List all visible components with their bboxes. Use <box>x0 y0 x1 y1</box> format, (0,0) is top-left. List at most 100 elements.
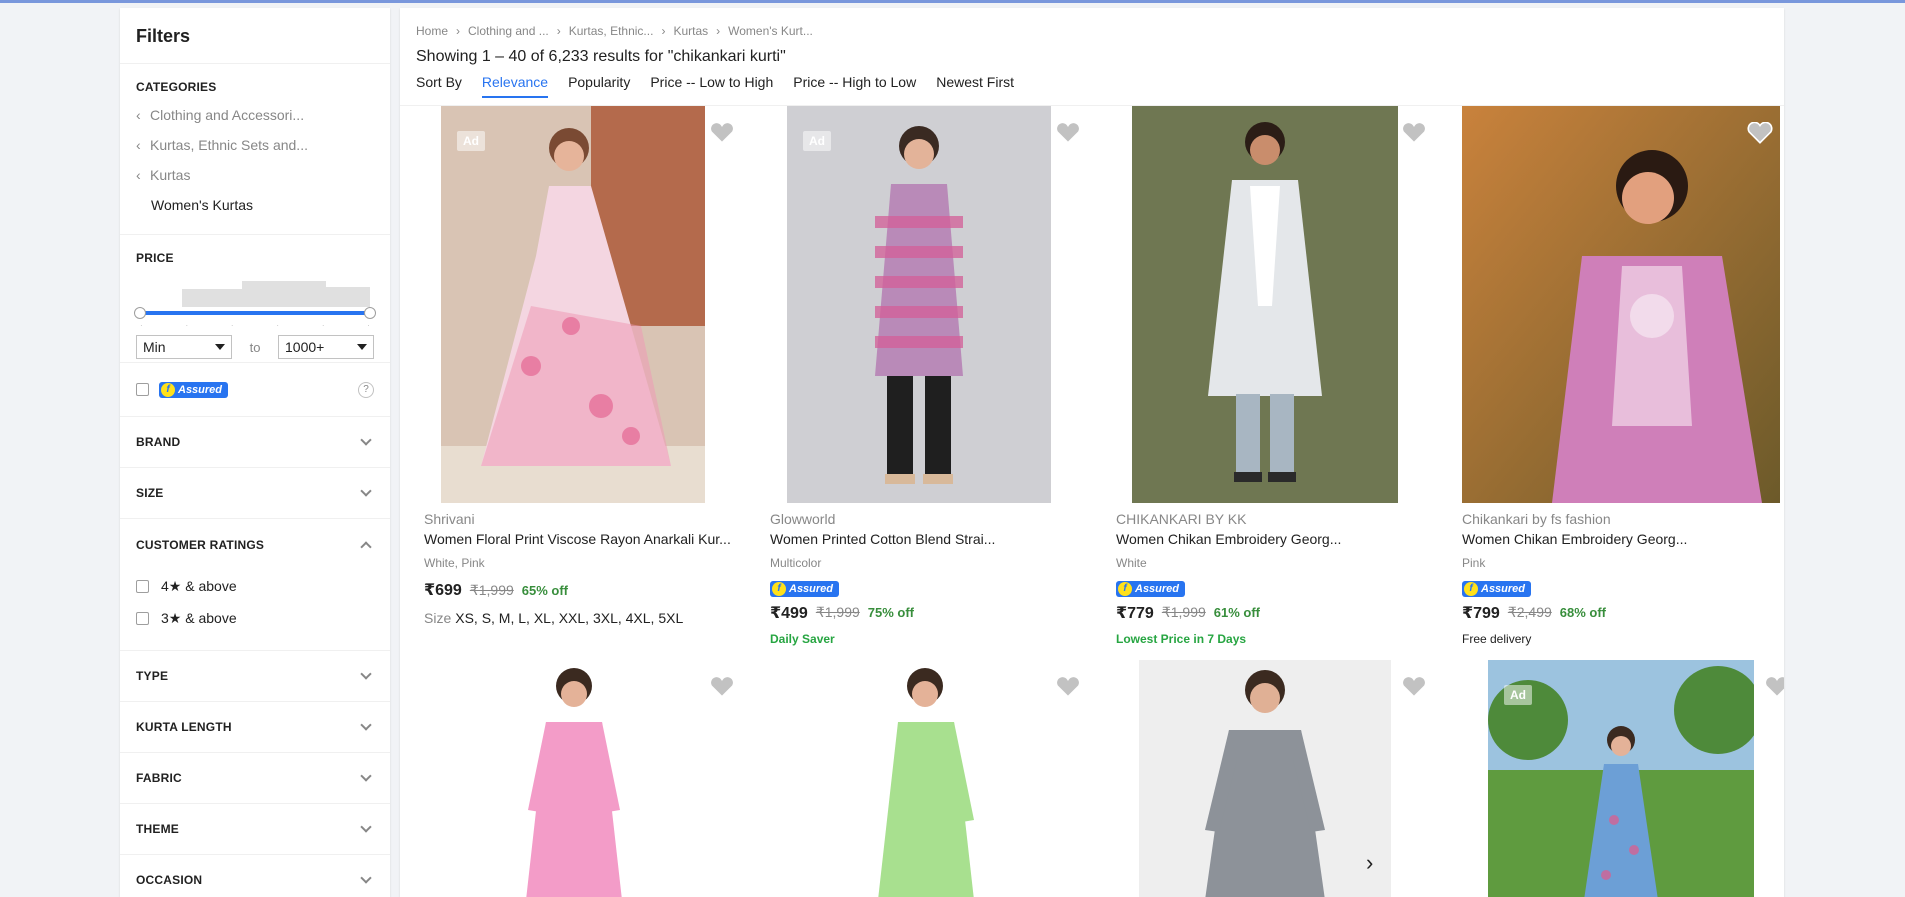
category-label: Kurtas, Ethnic Sets and... <box>150 137 308 153</box>
price-slider-max-handle[interactable] <box>364 307 376 319</box>
product-brand: Glowworld <box>770 511 836 527</box>
price-slider[interactable] <box>134 307 376 319</box>
sort-label: Sort By <box>416 74 462 90</box>
sort-price-high-low[interactable]: Price -- High to Low <box>793 74 916 98</box>
price-slider-min-handle[interactable] <box>134 307 146 319</box>
wishlist-heart-icon[interactable] <box>1055 122 1081 144</box>
rating-option-3[interactable]: 3★ & above <box>136 602 374 634</box>
assured-checkbox[interactable] <box>136 383 149 396</box>
kurta-length-filter[interactable]: KURTA LENGTH <box>120 702 390 753</box>
chevron-right-icon: › <box>716 24 721 38</box>
sort-relevance[interactable]: Relevance <box>481 74 549 98</box>
product-price: ₹499 <box>770 604 808 622</box>
chevron-down-icon <box>360 668 372 680</box>
rating-option-4[interactable]: 4★ & above <box>136 570 374 602</box>
sizes-label: Size <box>424 610 452 626</box>
chevron-down-icon <box>360 719 372 731</box>
chevron-down-icon <box>360 434 372 446</box>
category-item-kurtas-ethnic[interactable]: ‹ Kurtas, Ethnic Sets and... <box>136 130 374 160</box>
caret-down-icon <box>357 344 367 350</box>
price-max-select[interactable]: 1000+ <box>278 335 374 359</box>
flipkart-f-icon: f <box>161 382 175 397</box>
wishlist-heart-icon[interactable] <box>709 122 735 144</box>
occasion-filter[interactable]: OCCASION <box>120 855 390 897</box>
product-tag: Lowest Price in 7 Days <box>1116 631 1247 646</box>
product-image[interactable] <box>1462 106 1780 503</box>
product-sizes: Size XS, S, M, L, XL, XXL, 3XL, 4XL, 5XL <box>424 610 770 626</box>
product-image[interactable] <box>1132 106 1398 503</box>
price-min-select[interactable]: Min <box>136 335 232 359</box>
breadcrumb-kurtas-ethnic[interactable]: Kurtas, Ethnic... <box>569 24 654 38</box>
product-tag: Free delivery <box>1462 631 1532 646</box>
chevron-down-icon <box>360 485 372 497</box>
breadcrumb-kurtas[interactable]: Kurtas <box>673 24 708 38</box>
assured-badge: f Assured <box>1116 580 1186 597</box>
size-filter[interactable]: SIZE <box>120 468 390 519</box>
sort-price-low-high[interactable]: Price -- Low to High <box>650 74 773 98</box>
product-discount: 61% off <box>1213 605 1261 620</box>
customer-ratings-filter: CUSTOMER RATINGS 4★ & above 3★ & above <box>120 519 390 651</box>
price-range-selects: Min to 1000+ <box>136 335 374 359</box>
customer-ratings-toggle[interactable]: CUSTOMER RATINGS <box>136 519 374 570</box>
price-max-value: 1000+ <box>285 339 325 355</box>
chevron-right-icon: › <box>456 24 461 38</box>
product-title[interactable]: Women Chikan Embroidery Georg... <box>1116 531 1462 553</box>
price-heading: PRICE <box>136 251 174 265</box>
product-image[interactable] <box>787 106 1051 503</box>
product-image[interactable] <box>494 660 654 897</box>
price-min-value: Min <box>143 339 166 355</box>
product-title[interactable]: Women Floral Print Viscose Rayon Anarkal… <box>424 531 770 553</box>
product-image[interactable] <box>1139 660 1391 897</box>
category-item-clothing[interactable]: ‹ Clothing and Accessori... <box>136 100 374 130</box>
product-image[interactable] <box>441 106 705 503</box>
wishlist-heart-icon[interactable] <box>1401 676 1427 698</box>
type-filter[interactable]: TYPE <box>120 651 390 702</box>
chevron-up-icon <box>360 540 372 553</box>
flipkart-f-icon: f <box>1464 581 1478 596</box>
product-tag: Daily Saver <box>770 631 835 646</box>
sizes-value: XS, S, M, L, XL, XXL, 3XL, 4XL, 5XL <box>455 610 684 626</box>
top-accent-line <box>0 0 1905 3</box>
category-item-kurtas[interactable]: ‹ Kurtas <box>136 160 374 190</box>
fabric-filter[interactable]: FABRIC <box>120 753 390 804</box>
chevron-down-icon <box>360 872 372 884</box>
product-brand: CHIKANKARI BY KK <box>1116 511 1247 527</box>
wishlist-heart-icon[interactable] <box>1055 676 1081 698</box>
product-brand: Shrivani <box>424 511 475 527</box>
product-color: White, Pink <box>424 556 485 570</box>
size-heading: SIZE <box>136 486 164 500</box>
product-title[interactable]: Women Chikan Embroidery Georg... <box>1462 531 1784 553</box>
sort-newest[interactable]: Newest First <box>936 74 1014 98</box>
chevron-down-icon <box>360 821 372 833</box>
wishlist-heart-icon[interactable] <box>1747 122 1773 144</box>
wishlist-heart-icon[interactable] <box>1764 676 1784 698</box>
help-icon[interactable]: ? <box>358 381 374 398</box>
chevron-left-icon: ‹ <box>136 167 141 183</box>
product-mrp: ₹1,999 <box>815 604 860 620</box>
product-info: Chikankari by fs fashion Women Chikan Em… <box>1462 511 1784 646</box>
wishlist-heart-icon[interactable] <box>709 676 735 698</box>
product-discount: 68% off <box>1559 605 1607 620</box>
ad-badge: Ad <box>803 131 831 151</box>
theme-filter[interactable]: THEME <box>120 804 390 855</box>
rating-checkbox[interactable] <box>136 579 149 593</box>
product-title[interactable]: Women Printed Cotton Blend Strai... <box>770 531 1116 553</box>
rating-label: 4★ & above <box>161 577 237 594</box>
assured-badge: f Assured <box>770 580 840 597</box>
brand-heading: BRAND <box>136 435 181 449</box>
category-label: Clothing and Accessori... <box>150 107 305 123</box>
sort-popularity[interactable]: Popularity <box>568 74 630 98</box>
price-row: ₹699 ₹1,999 65% off <box>424 580 770 600</box>
results-header: Home › Clothing and ... › Kurtas, Ethnic..… <box>400 8 1784 106</box>
wishlist-heart-icon[interactable] <box>1401 122 1427 144</box>
breadcrumb-clothing[interactable]: Clothing and ... <box>468 24 549 38</box>
breadcrumb-home[interactable]: Home <box>416 24 448 38</box>
rating-checkbox[interactable] <box>136 611 149 625</box>
price-row: ₹499 ₹1,999 75% off <box>770 603 1116 623</box>
brand-filter[interactable]: BRAND <box>120 417 390 468</box>
image-next-arrow-icon[interactable]: › <box>1366 850 1386 880</box>
product-image[interactable] <box>870 660 1000 897</box>
product-price: ₹779 <box>1116 604 1154 622</box>
kurta-length-heading: KURTA LENGTH <box>136 720 232 734</box>
product-info: Shrivani Women Floral Print Viscose Rayo… <box>424 511 770 626</box>
